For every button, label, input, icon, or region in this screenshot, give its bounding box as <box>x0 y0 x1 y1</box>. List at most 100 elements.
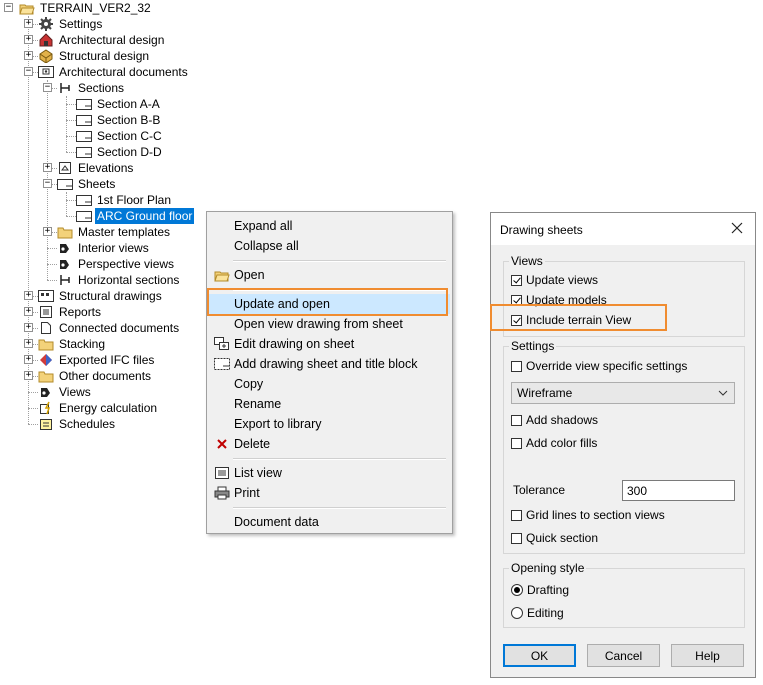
update-views-checkbox[interactable]: Update views <box>511 273 598 287</box>
tree-item-structural-design[interactable]: Structural design <box>38 48 151 64</box>
tree-item-section-c[interactable]: Section C-C <box>76 128 164 144</box>
tree-item-architectural-design[interactable]: Architectural design <box>38 32 166 48</box>
checkbox-box <box>511 274 522 286</box>
tree-item-connected-documents[interactable]: Connected documents <box>38 320 181 336</box>
schedule-icon <box>38 417 54 431</box>
menu-item-rename[interactable]: Rename <box>209 394 450 414</box>
tree-item-section-b[interactable]: Section B-B <box>76 112 162 128</box>
tree-item-horizontal-sections[interactable]: Horizontal sections <box>57 272 181 288</box>
tree-item-arc-ground-floor[interactable]: ARC Ground floor <box>76 208 195 224</box>
tree-label: Interior views <box>78 241 149 255</box>
expand-toggle[interactable]: + <box>43 163 52 172</box>
tree-item-section-d[interactable]: Section D-D <box>76 144 164 160</box>
highlight-box-include-terrain <box>490 304 667 331</box>
folder-open-icon <box>213 266 231 284</box>
menu-label: Open view drawing from sheet <box>234 317 403 331</box>
override-settings-checkbox[interactable]: Override view specific settings <box>511 359 687 373</box>
context-menu: Expand all Collapse all Open Update and … <box>206 211 453 534</box>
tree-item-reports[interactable]: Reports <box>38 304 103 320</box>
tolerance-input[interactable] <box>622 480 735 501</box>
expand-toggle[interactable]: + <box>24 19 33 28</box>
expand-toggle[interactable]: + <box>43 227 52 236</box>
structural-drawing-icon <box>38 289 54 303</box>
menu-item-document-data[interactable]: Document data <box>209 512 450 532</box>
help-button[interactable]: Help <box>671 644 744 667</box>
tree-item-architectural-documents[interactable]: Architectural documents <box>38 64 190 80</box>
tree-item-other-documents[interactable]: Other documents <box>38 368 153 384</box>
sheet-icon <box>76 193 92 207</box>
document-tree: − TERRAIN_VER2_32 + Settings + Architect… <box>0 0 200 440</box>
radio-label: Drafting <box>527 583 570 597</box>
add-shadows-checkbox[interactable]: Add shadows <box>511 413 598 427</box>
radio-label: Editing <box>527 606 564 620</box>
cancel-button[interactable]: Cancel <box>587 644 660 667</box>
menu-separator <box>233 260 446 262</box>
render-mode-select[interactable]: Wireframe <box>511 382 735 404</box>
expand-toggle[interactable]: + <box>24 371 33 380</box>
checkbox-box <box>511 414 522 426</box>
expand-toggle[interactable]: + <box>24 307 33 316</box>
grid-lines-checkbox[interactable]: Grid lines to section views <box>511 508 665 522</box>
tree-item-1st-floor-plan[interactable]: 1st Floor Plan <box>76 192 173 208</box>
tree-item-exported-ifc[interactable]: Exported IFC files <box>38 352 156 368</box>
menu-item-export-to-library[interactable]: Export to library <box>209 414 450 434</box>
drafting-radio[interactable]: Drafting <box>511 583 569 597</box>
tree-item-section-a[interactable]: Section A-A <box>76 96 162 112</box>
document-icon <box>38 321 54 335</box>
edit-drawing-icon <box>213 335 231 353</box>
tree-label: Sheets <box>78 177 116 191</box>
editing-radio[interactable]: Editing <box>511 606 564 620</box>
tree-item-sections[interactable]: Sections <box>57 80 126 96</box>
menu-item-print[interactable]: Print <box>209 483 450 503</box>
expand-toggle[interactable]: + <box>24 291 33 300</box>
tree-item-perspective-views[interactable]: Perspective views <box>57 256 176 272</box>
checkbox-label: Override view specific settings <box>526 359 688 373</box>
quick-section-checkbox[interactable]: Quick section <box>511 531 598 545</box>
collapse-toggle[interactable]: − <box>43 179 52 188</box>
tree-item-structural-drawings[interactable]: Structural drawings <box>38 288 164 304</box>
menu-item-open-view-drawing[interactable]: Open view drawing from sheet <box>209 314 450 334</box>
tree-item-interior-views[interactable]: Interior views <box>57 240 151 256</box>
close-icon[interactable] <box>727 218 747 238</box>
expand-toggle[interactable]: + <box>24 51 33 60</box>
expand-toggle[interactable]: + <box>24 323 33 332</box>
tree-item-settings[interactable]: Settings <box>38 16 104 32</box>
menu-item-copy[interactable]: Copy <box>209 374 450 394</box>
tree-item-sheets[interactable]: Sheets <box>57 176 117 192</box>
tree-item-elevations[interactable]: Elevations <box>57 160 135 176</box>
menu-label: Collapse all <box>234 239 299 253</box>
tree-label: Section D-D <box>97 145 162 159</box>
highlight-box-update-and-open <box>207 288 448 316</box>
tree-label: Architectural design <box>59 33 165 47</box>
menu-item-edit-drawing[interactable]: Edit drawing on sheet <box>209 334 450 354</box>
settings-group <box>503 346 745 554</box>
elevation-icon <box>57 161 73 175</box>
add-color-fills-checkbox[interactable]: Add color fills <box>511 436 597 450</box>
ok-button[interactable]: OK <box>503 644 576 667</box>
collapse-toggle[interactable]: − <box>43 83 52 92</box>
tree-label: Connected documents <box>59 321 180 335</box>
tree-item-stacking[interactable]: Stacking <box>38 336 107 352</box>
menu-item-collapse-all[interactable]: Collapse all <box>209 236 450 256</box>
menu-item-add-drawing-sheet[interactable]: Add drawing sheet and title block <box>209 354 450 374</box>
expand-toggle[interactable]: + <box>24 339 33 348</box>
expand-toggle[interactable]: + <box>24 355 33 364</box>
menu-item-open[interactable]: Open <box>209 265 450 285</box>
menu-item-expand-all[interactable]: Expand all <box>209 216 450 236</box>
documents-icon <box>38 65 54 79</box>
checkbox-label: Grid lines to section views <box>526 508 665 522</box>
structure-icon <box>38 49 54 63</box>
tree-label: Schedules <box>59 417 116 431</box>
sheet-icon <box>76 113 92 127</box>
expand-toggle[interactable]: + <box>24 35 33 44</box>
tree-item-root[interactable]: TERRAIN_VER2_32 <box>19 0 153 16</box>
tree-label: Sections <box>78 81 125 95</box>
collapse-toggle[interactable]: − <box>4 3 13 12</box>
menu-item-delete[interactable]: Delete <box>209 434 450 454</box>
menu-item-list-view[interactable]: List view <box>209 463 450 483</box>
tree-item-views[interactable]: Views <box>38 384 93 400</box>
tree-item-master-templates[interactable]: Master templates <box>57 224 172 240</box>
collapse-toggle[interactable]: − <box>24 67 33 76</box>
tree-item-energy-calculation[interactable]: Energy calculation <box>38 400 159 416</box>
tree-item-schedules[interactable]: Schedules <box>38 416 117 432</box>
